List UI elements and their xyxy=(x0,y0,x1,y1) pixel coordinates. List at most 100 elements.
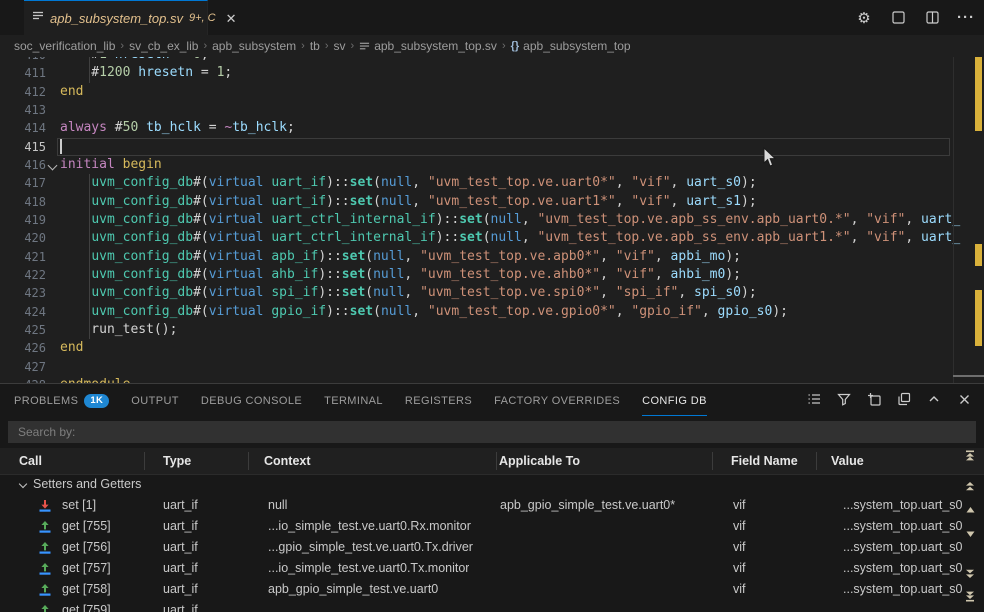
cell-type: uart_if xyxy=(163,516,198,537)
breadcrumb-item[interactable]: sv xyxy=(334,39,346,53)
code-line[interactable]: 425 run_test(); xyxy=(0,321,984,339)
column-header-type[interactable]: Type xyxy=(163,448,191,474)
code-line[interactable]: 415 xyxy=(0,138,984,156)
code-line[interactable]: 418 uvm_config_db#(virtual uart_if)::set… xyxy=(0,193,984,211)
page-down-icon[interactable] xyxy=(962,566,978,580)
breadcrumb-item[interactable]: soc_verification_lib xyxy=(14,39,115,53)
breadcrumb-item[interactable]: {}apb_subsystem_top xyxy=(511,39,631,53)
breadcrumb-item[interactable]: apb_subsystem_top.sv xyxy=(359,39,497,53)
code-line[interactable]: 412end xyxy=(0,83,984,101)
column-divider[interactable] xyxy=(496,452,497,470)
column-divider[interactable] xyxy=(248,452,249,470)
panel-tab-registers[interactable]: REGISTERS xyxy=(405,386,472,416)
split-editor-icon[interactable] xyxy=(924,10,940,26)
breadcrumb-item[interactable]: apb_subsystem xyxy=(212,39,296,53)
cell-val: ...system_top.uart_s0 xyxy=(843,516,963,537)
cell-type: uart_if xyxy=(163,558,198,579)
panel-tab-bar: PROBLEMS1K OUTPUT DEBUG CONSOLE TERMINAL REG… xyxy=(14,386,707,416)
get-icon xyxy=(38,583,52,597)
scroll-top-icon[interactable] xyxy=(962,449,978,463)
code-line[interactable]: 427 xyxy=(0,358,984,376)
code-line[interactable]: 428endmodule xyxy=(0,376,984,383)
line-number: 425 xyxy=(0,321,46,339)
table-row-get759[interactable]: get [759]uart_if xyxy=(0,600,960,612)
scroll-bottom-icon[interactable] xyxy=(962,589,978,603)
column-header-applicable[interactable]: Applicable To xyxy=(499,448,580,474)
page-up-icon[interactable] xyxy=(962,480,978,494)
table-row-get755[interactable]: get [755]uart_if...io_simple_test.ve.uar… xyxy=(0,516,960,537)
close-tab-icon[interactable]: ✕ xyxy=(226,12,237,25)
cell-field: vif xyxy=(733,495,746,516)
add-view-icon[interactable] xyxy=(866,391,882,407)
panel-tab-output[interactable]: OUTPUT xyxy=(131,386,179,416)
cell-ctx: ...io_simple_test.ve.uart0.Tx.monitor xyxy=(268,558,469,579)
table-row-set1[interactable]: set [1]uart_ifnullapb_gpio_simple_test.v… xyxy=(0,495,960,516)
panel-tab-problems[interactable]: PROBLEMS1K xyxy=(14,386,109,416)
column-header-call[interactable]: Call xyxy=(19,448,42,474)
customize-layout-icon[interactable] xyxy=(890,10,906,26)
panel-tab-factory-overrides[interactable]: FACTORY OVERRIDES xyxy=(494,386,620,416)
breadcrumb-label: apb_subsystem_top xyxy=(523,39,630,53)
line-number: 413 xyxy=(0,101,46,119)
column-header-context[interactable]: Context xyxy=(264,448,311,474)
column-divider[interactable] xyxy=(816,452,817,470)
fold-chevron-icon[interactable] xyxy=(48,161,58,171)
code-line[interactable]: 424 uvm_config_db#(virtual gpio_if)::set… xyxy=(0,303,984,321)
breadcrumb-label: sv_cb_ex_lib xyxy=(129,39,198,53)
table-header: Call Type Context Applicable To Field Na… xyxy=(0,448,984,475)
code-editor[interactable]: 410 #1 hresetn = 0;411 #1200 hresetn = 1… xyxy=(0,57,984,383)
search-input[interactable] xyxy=(8,421,976,443)
table-row-get756[interactable]: get [756]uart_if...gpio_simple_test.ve.u… xyxy=(0,537,960,558)
column-divider[interactable] xyxy=(144,452,145,470)
line-number: 415 xyxy=(0,138,46,156)
cell-ctx: null xyxy=(268,495,287,516)
problems-count-badge: 1K xyxy=(84,394,109,408)
up-icon[interactable] xyxy=(962,503,978,517)
view-as-tree-icon[interactable] xyxy=(806,391,822,407)
cell-type: uart_if xyxy=(163,537,198,558)
table-row-get758[interactable]: get [758]uart_ifapb_gpio_simple_test.ve.… xyxy=(0,579,960,600)
code-text: uvm_config_db#(virtual ahb_if)::set(null… xyxy=(60,266,741,284)
column-header-value[interactable]: Value xyxy=(831,448,864,474)
column-header-field[interactable]: Field Name xyxy=(731,448,798,474)
maximize-panel-icon[interactable] xyxy=(926,391,942,407)
settings-gear-icon[interactable]: ⚙ xyxy=(856,10,872,26)
panel-tab-terminal[interactable]: TERMINAL xyxy=(324,386,383,416)
panel-tab-config-db[interactable]: CONFIG DB xyxy=(642,386,707,416)
close-panel-icon[interactable] xyxy=(956,391,972,407)
breadcrumb-label: apb_subsystem xyxy=(212,39,296,53)
cell-field: vif xyxy=(733,558,746,579)
panel-tab-debug-console[interactable]: DEBUG CONSOLE xyxy=(201,386,302,416)
overview-ruler-warning-mark xyxy=(975,290,982,346)
line-number: 426 xyxy=(0,339,46,357)
down-icon[interactable] xyxy=(962,526,978,540)
cell-type: uart_if xyxy=(163,579,198,600)
code-line[interactable]: 413 xyxy=(0,101,984,119)
filter-icon[interactable] xyxy=(836,391,852,407)
code-line[interactable]: 419 uvm_config_db#(virtual uart_ctrl_int… xyxy=(0,211,984,229)
group-row-setters-and-getters[interactable]: Setters and Getters xyxy=(0,474,960,495)
more-actions-icon[interactable]: ··· xyxy=(958,10,974,26)
code-line[interactable]: 414always #50 tb_hclk = ~tb_hclk; xyxy=(0,119,984,137)
file-lines-icon xyxy=(32,9,44,27)
editor-tab[interactable]: apb_subsystem_top.sv 9+, C ✕ xyxy=(24,0,208,35)
panel-tab-label: FACTORY OVERRIDES xyxy=(494,395,620,407)
line-number: 420 xyxy=(0,229,46,247)
breadcrumb-item[interactable]: tb xyxy=(310,39,320,53)
bottom-panel: PROBLEMS1K OUTPUT DEBUG CONSOLE TERMINAL REG… xyxy=(0,383,984,612)
breadcrumb-item[interactable]: sv_cb_ex_lib xyxy=(129,39,198,53)
code-line[interactable]: 426end xyxy=(0,339,984,357)
code-line[interactable]: 416initial begin xyxy=(0,156,984,174)
code-line[interactable]: 421 uvm_config_db#(virtual apb_if)::set(… xyxy=(0,248,984,266)
code-line[interactable]: 422 uvm_config_db#(virtual ahb_if)::set(… xyxy=(0,266,984,284)
column-divider[interactable] xyxy=(712,452,713,470)
code-line[interactable]: 417 uvm_config_db#(virtual uart_if)::set… xyxy=(0,174,984,192)
code-line[interactable]: 423 uvm_config_db#(virtual spi_if)::set(… xyxy=(0,284,984,302)
code-line[interactable]: 410 #1 hresetn = 0; xyxy=(0,57,984,64)
table-row-get757[interactable]: get [757]uart_if...io_simple_test.ve.uar… xyxy=(0,558,960,579)
duplicate-panel-icon[interactable] xyxy=(896,391,912,407)
code-line[interactable]: 411 #1200 hresetn = 1; xyxy=(0,64,984,82)
code-text: uvm_config_db#(virtual apb_if)::set(null… xyxy=(60,248,741,266)
scrollbar-thumb-edge[interactable] xyxy=(953,375,984,377)
code-line[interactable]: 420 uvm_config_db#(virtual uart_ctrl_int… xyxy=(0,229,984,247)
